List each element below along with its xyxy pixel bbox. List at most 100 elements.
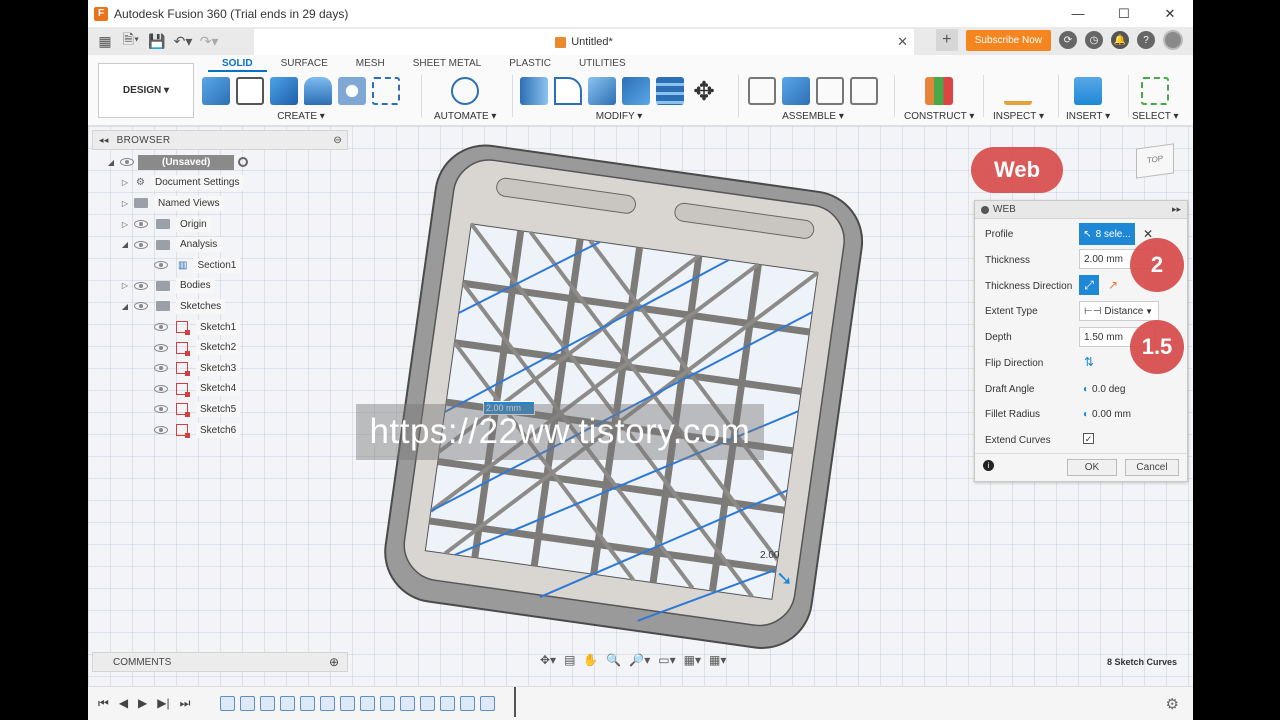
draft-angle-field[interactable]: ◐ 0.0 deg: [1083, 384, 1125, 395]
combine-icon[interactable]: [622, 77, 650, 105]
add-comment-icon[interactable]: ⊕: [329, 655, 339, 669]
timeline-feature[interactable]: [260, 696, 276, 711]
visibility-eye-icon[interactable]: [154, 261, 168, 270]
tab-sheet-metal[interactable]: SHEET METAL: [399, 56, 496, 72]
visibility-eye-icon[interactable]: [134, 220, 148, 229]
collapsed-triangle-icon[interactable]: ▷: [120, 199, 130, 208]
ok-button[interactable]: OK: [1067, 459, 1117, 476]
as-built-joint-icon[interactable]: [816, 77, 844, 105]
go-to-start-icon[interactable]: ⏮: [98, 696, 109, 711]
visibility-eye-icon[interactable]: [134, 281, 148, 290]
pattern-icon[interactable]: [372, 77, 400, 105]
tree-root[interactable]: ◢ (Unsaved): [92, 152, 348, 173]
tree-item-section1[interactable]: ▥ Section1: [92, 255, 348, 276]
move-icon[interactable]: ✥: [690, 77, 718, 105]
automate-icon[interactable]: [451, 77, 480, 105]
job-status-icon[interactable]: ◷: [1085, 31, 1103, 49]
extensions-icon[interactable]: ⟳: [1059, 31, 1077, 49]
go-to-end-icon[interactable]: ⏭: [180, 696, 191, 711]
visibility-eye-icon[interactable]: [154, 364, 168, 373]
tree-item-sketches[interactable]: ◢ Sketches: [92, 296, 348, 317]
insert-group-label[interactable]: INSERT ▾: [1066, 111, 1110, 122]
document-tab[interactable]: Untitled* ✕: [254, 29, 914, 55]
tree-item-named-views[interactable]: ▷ Named Views: [92, 193, 348, 214]
model-canvas[interactable]: [348, 136, 888, 666]
timeline-feature[interactable]: [220, 696, 236, 711]
step-back-icon[interactable]: ◀: [119, 696, 128, 711]
timeline-feature[interactable]: [320, 696, 336, 711]
collapsed-triangle-icon[interactable]: ▷: [120, 281, 130, 290]
assemble-group-label[interactable]: ASSEMBLE ▾: [782, 111, 844, 122]
cancel-button[interactable]: Cancel: [1125, 459, 1179, 476]
maximize-button[interactable]: ☐: [1101, 0, 1147, 27]
timeline-feature[interactable]: [400, 696, 416, 711]
timeline-feature[interactable]: [420, 696, 436, 711]
undo-icon[interactable]: ↶▾: [170, 30, 196, 52]
symmetric-direction-icon[interactable]: ⤢: [1079, 275, 1099, 295]
zoom-icon[interactable]: 🔍: [606, 653, 621, 667]
extend-curves-checkbox[interactable]: ✓: [1083, 433, 1094, 444]
file-menu-icon[interactable]: 🗎▾: [118, 30, 144, 52]
press-pull-icon[interactable]: [520, 77, 548, 105]
tree-item-bodies[interactable]: ▷ Bodies: [92, 276, 348, 297]
close-document-icon[interactable]: ✕: [897, 34, 908, 50]
fillet-radius-field[interactable]: ◐ 0.00 mm: [1083, 409, 1131, 420]
measure-icon[interactable]: [1004, 77, 1033, 105]
subscribe-button[interactable]: Subscribe Now: [965, 29, 1051, 51]
browser-minimize-icon[interactable]: ⊖: [333, 135, 342, 146]
visibility-eye-icon[interactable]: [154, 405, 168, 414]
close-window-button[interactable]: ✕: [1147, 0, 1193, 27]
tree-item-document-settings[interactable]: ▷ ⚙ Document Settings: [92, 173, 348, 194]
expand-triangle-icon[interactable]: ◢: [120, 302, 130, 311]
tree-item-sketch6[interactable]: Sketch6: [92, 420, 348, 441]
viewports-icon[interactable]: ▦▾: [709, 653, 726, 667]
new-tab-button[interactable]: +: [935, 29, 958, 51]
info-icon[interactable]: i: [983, 460, 994, 471]
redo-icon[interactable]: ↷▾: [196, 30, 222, 52]
data-panel-grid-icon[interactable]: ▦: [92, 30, 118, 52]
insert-image-icon[interactable]: [1074, 77, 1103, 105]
visibility-eye-icon[interactable]: [134, 302, 148, 311]
save-icon[interactable]: 💾: [144, 30, 170, 52]
depth-arrow-icon[interactable]: ➘: [776, 566, 793, 591]
timeline-marker[interactable]: [514, 687, 516, 717]
collapse-browser-icon[interactable]: ◂◂: [99, 135, 109, 146]
modify-group-label[interactable]: MODIFY ▾: [596, 111, 643, 122]
comments-panel[interactable]: COMMENTS ⊕: [92, 652, 348, 672]
play-icon[interactable]: ▶: [138, 696, 147, 711]
minimize-button[interactable]: —: [1055, 0, 1101, 27]
timeline-feature[interactable]: [480, 696, 496, 711]
tab-surface[interactable]: SURFACE: [267, 56, 342, 72]
tree-item-sketch3[interactable]: Sketch3: [92, 358, 348, 379]
tab-plastic[interactable]: PLASTIC: [495, 56, 565, 72]
tree-item-sketch5[interactable]: Sketch5: [92, 399, 348, 420]
tab-utilities[interactable]: UTILITIES: [565, 56, 640, 72]
flip-direction-icon[interactable]: ⇅: [1079, 352, 1099, 372]
visibility-eye-icon[interactable]: [154, 426, 168, 435]
fillet-icon[interactable]: [554, 77, 582, 105]
timeline-feature[interactable]: [360, 696, 376, 711]
tree-item-sketch2[interactable]: Sketch2: [92, 337, 348, 358]
joint-origin-icon[interactable]: [850, 77, 878, 105]
step-forward-icon[interactable]: ▶|: [157, 696, 169, 711]
visibility-eye-icon[interactable]: [154, 323, 168, 332]
timeline-settings-gear-icon[interactable]: ⚙: [1166, 695, 1179, 713]
scale-icon[interactable]: [656, 77, 684, 105]
create-group-label[interactable]: CREATE ▾: [277, 111, 325, 122]
grid-settings-icon[interactable]: ▦▾: [684, 653, 701, 667]
pan-icon[interactable]: ✋: [583, 653, 598, 667]
construct-group-label[interactable]: CONSTRUCT ▾: [904, 111, 974, 122]
notifications-icon[interactable]: 🔔: [1111, 31, 1129, 49]
automate-group-label[interactable]: AUTOMATE ▾: [434, 111, 496, 122]
inspect-group-label[interactable]: INSPECT ▾: [993, 111, 1044, 122]
visibility-eye-icon[interactable]: [134, 240, 148, 249]
one-side-direction-icon[interactable]: ↗: [1103, 275, 1123, 295]
create-sketch-icon[interactable]: [236, 77, 264, 105]
tab-solid[interactable]: SOLID: [208, 56, 267, 72]
expand-triangle-icon[interactable]: ◢: [106, 158, 116, 167]
expand-triangle-icon[interactable]: ◢: [120, 240, 130, 249]
timeline-feature[interactable]: [300, 696, 316, 711]
extrude-icon[interactable]: [270, 77, 298, 105]
dialog-collapse-icon[interactable]: [981, 205, 989, 214]
new-component-assemble-icon[interactable]: [782, 77, 810, 105]
